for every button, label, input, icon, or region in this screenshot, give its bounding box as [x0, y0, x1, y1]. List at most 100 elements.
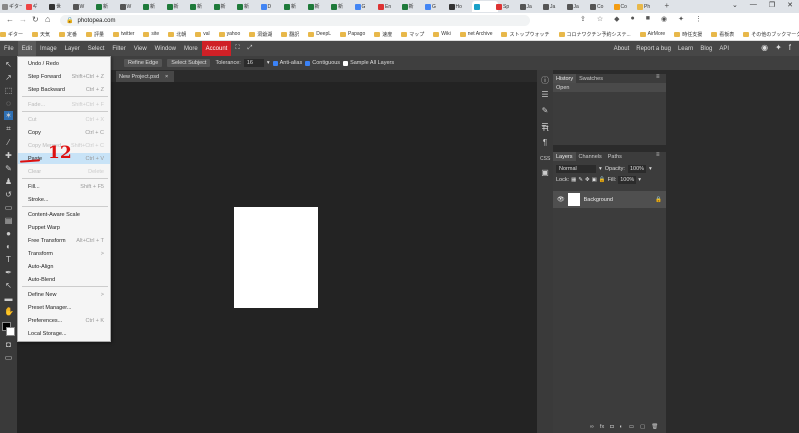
stamp-tool-icon[interactable]: ♟ [4, 177, 13, 186]
gradient-tool-icon[interactable]: ▤ [4, 216, 13, 225]
menu-view[interactable]: View [130, 41, 151, 56]
panel-menu-icon[interactable]: ≡ [656, 74, 664, 82]
browser-tab[interactable]: Co [613, 1, 634, 12]
menu-file[interactable]: File [0, 41, 18, 56]
magic-wand-tool-icon[interactable]: ✶ [4, 111, 13, 120]
browser-tab[interactable] [472, 1, 498, 12]
blend-mode-arrow-icon[interactable]: ▾ [599, 166, 602, 172]
document-tab[interactable]: New Project.psd × [116, 71, 174, 82]
bookmark-item[interactable]: 洞爺湖 [249, 31, 272, 38]
layers-panel-menu-icon[interactable]: ≡ [656, 152, 664, 160]
tab-channels[interactable]: Channels [576, 152, 605, 161]
adjust-icon[interactable]: ☰ [540, 90, 550, 100]
crop-tool-icon[interactable]: ⌗ [4, 124, 13, 133]
edit-menu-item-step-backward[interactable]: Step Backward Ctrl + Z [18, 84, 110, 95]
browser-tab[interactable]: G [354, 1, 375, 12]
brush-tool-icon[interactable]: ✎ [4, 164, 13, 173]
browser-tab[interactable]: 新 [166, 1, 187, 12]
menu-learn[interactable]: Learn [678, 46, 693, 52]
menu-edit[interactable]: Edit [17, 41, 37, 56]
shape-tool-icon[interactable]: ▬ [4, 294, 13, 303]
browser-tab[interactable]: D [260, 1, 281, 12]
bookmark-item[interactable]: Papago [340, 31, 365, 37]
twitter-icon[interactable]: ✦ [775, 43, 782, 52]
edit-menu-item-auto-align[interactable]: Auto-Align [18, 261, 110, 272]
bookmark-item[interactable]: ギター [0, 31, 23, 38]
menu-account[interactable]: Account [201, 41, 232, 56]
bookmark-item[interactable]: twitter [113, 31, 134, 37]
blend-mode-select[interactable]: Normal [556, 165, 596, 173]
forward-icon[interactable]: → [19, 15, 27, 24]
browser-tab[interactable]: W [119, 1, 140, 12]
pen-tool-icon[interactable]: ✒ [4, 268, 13, 277]
browser-tab[interactable]: 新 [307, 1, 328, 12]
bookmark-item[interactable]: net Archive [459, 31, 492, 37]
menu-image[interactable]: Image [36, 41, 61, 56]
edit-menu-item-define-new[interactable]: Define New > [18, 289, 110, 300]
edit-menu-item-free-transform[interactable]: Free Transform Alt+Ctrl + T [18, 235, 110, 246]
bookmark-item[interactable]: ストップウォッチ [501, 31, 550, 38]
browser-tab[interactable]: ギ [25, 1, 46, 12]
chevron-down-icon[interactable]: ⌄ [732, 1, 738, 9]
select-tool-icon[interactable]: ↗ [4, 73, 13, 82]
fill-arrow-icon[interactable]: ▾ [638, 177, 641, 183]
edit-menu-item-content-aware-scale[interactable]: Content-Aware Scale [18, 209, 110, 220]
browser-tab[interactable]: Ho [448, 1, 469, 12]
select-subject-button[interactable]: Select Subject [167, 59, 211, 67]
edit-menu-item-undo-redo[interactable]: Undo / Redo [18, 58, 110, 69]
bookmark-item[interactable]: コロナワクチン予約システ... [558, 31, 631, 38]
history-brush-icon[interactable]: ↺ [4, 190, 13, 199]
screen-mode-icon[interactable]: ▭ [4, 353, 13, 362]
dropdown-arrow-icon[interactable]: ▾ [267, 60, 270, 66]
lasso-tool-icon[interactable]: ◌ [4, 99, 13, 108]
document-canvas[interactable] [234, 207, 318, 308]
bookmark-item[interactable]: DeepL [308, 31, 331, 37]
bookmark-item[interactable]: 速度 [374, 31, 392, 38]
quick-mask-icon[interactable]: ◘ [4, 340, 13, 349]
tab-swatches[interactable]: Swatches [576, 74, 606, 83]
browser-tab[interactable]: 新 [213, 1, 234, 12]
browser-tab[interactable]: W [72, 1, 93, 12]
browser-tab[interactable]: 新 [143, 1, 163, 12]
facebook-icon[interactable]: f [789, 43, 791, 52]
extension-icon[interactable]: ■ [646, 15, 650, 23]
browser-tab[interactable]: 新 [190, 1, 210, 12]
tab-layers[interactable]: Layers [553, 152, 576, 161]
bookmark-item[interactable]: Wiki [433, 31, 451, 37]
opacity-arrow-icon[interactable]: ▾ [649, 166, 652, 172]
star-icon[interactable]: ☆ [597, 15, 603, 23]
back-icon[interactable]: ← [6, 15, 14, 24]
path-select-icon[interactable]: ↖ [4, 281, 13, 290]
delete-layer-icon[interactable]: 🗑 [651, 424, 658, 430]
history-item[interactable]: Open [553, 83, 666, 92]
menu-layer[interactable]: Layer [61, 41, 84, 56]
menu-more[interactable]: More [180, 41, 202, 56]
move-tool-icon[interactable]: ↖ [4, 60, 13, 69]
browser-tab[interactable]: Sp [496, 1, 516, 12]
puzzle-icon[interactable]: ✦ [678, 15, 684, 23]
edit-menu-item-step-forward[interactable]: Step Forward Shift+Ctrl + Z [18, 71, 110, 82]
sample-all-layers-checkbox[interactable] [343, 60, 349, 66]
browser-tab[interactable]: 新 [284, 1, 304, 12]
browser-tab[interactable]: 世 [49, 1, 69, 12]
adjustment-icon[interactable]: ◐ [620, 424, 623, 430]
bookmark-item[interactable]: 時任支援 [674, 31, 702, 38]
bookmark-item[interactable]: AirMore [639, 31, 665, 37]
edit-menu-item-local-storage[interactable]: Local Storage... [18, 328, 110, 339]
browser-tab[interactable]: 新 [331, 1, 351, 12]
character-icon[interactable]: Tt [540, 124, 550, 134]
edit-menu-item-stroke[interactable]: Stroke... [18, 194, 110, 205]
menu-report-a-bug[interactable]: Report a bug [636, 46, 671, 52]
link-layers-icon[interactable]: ∞ [590, 424, 594, 430]
new-layer-icon[interactable]: ▢ [640, 424, 645, 430]
close-icon[interactable]: ✕ [787, 1, 793, 9]
minimize-icon[interactable]: — [750, 1, 757, 9]
menu-api[interactable]: API [719, 46, 729, 52]
dodge-tool-icon[interactable]: ◐ [4, 242, 13, 251]
browser-tab[interactable]: ギター [2, 1, 22, 12]
edit-menu-item-preset-manager[interactable]: Preset Manager... [18, 302, 110, 313]
new-tab-icon[interactable]: + [665, 1, 670, 10]
blur-tool-icon[interactable]: ● [4, 229, 13, 238]
menu-filter[interactable]: Filter [108, 41, 129, 56]
bookmark-item[interactable]: 天気 [32, 31, 50, 38]
